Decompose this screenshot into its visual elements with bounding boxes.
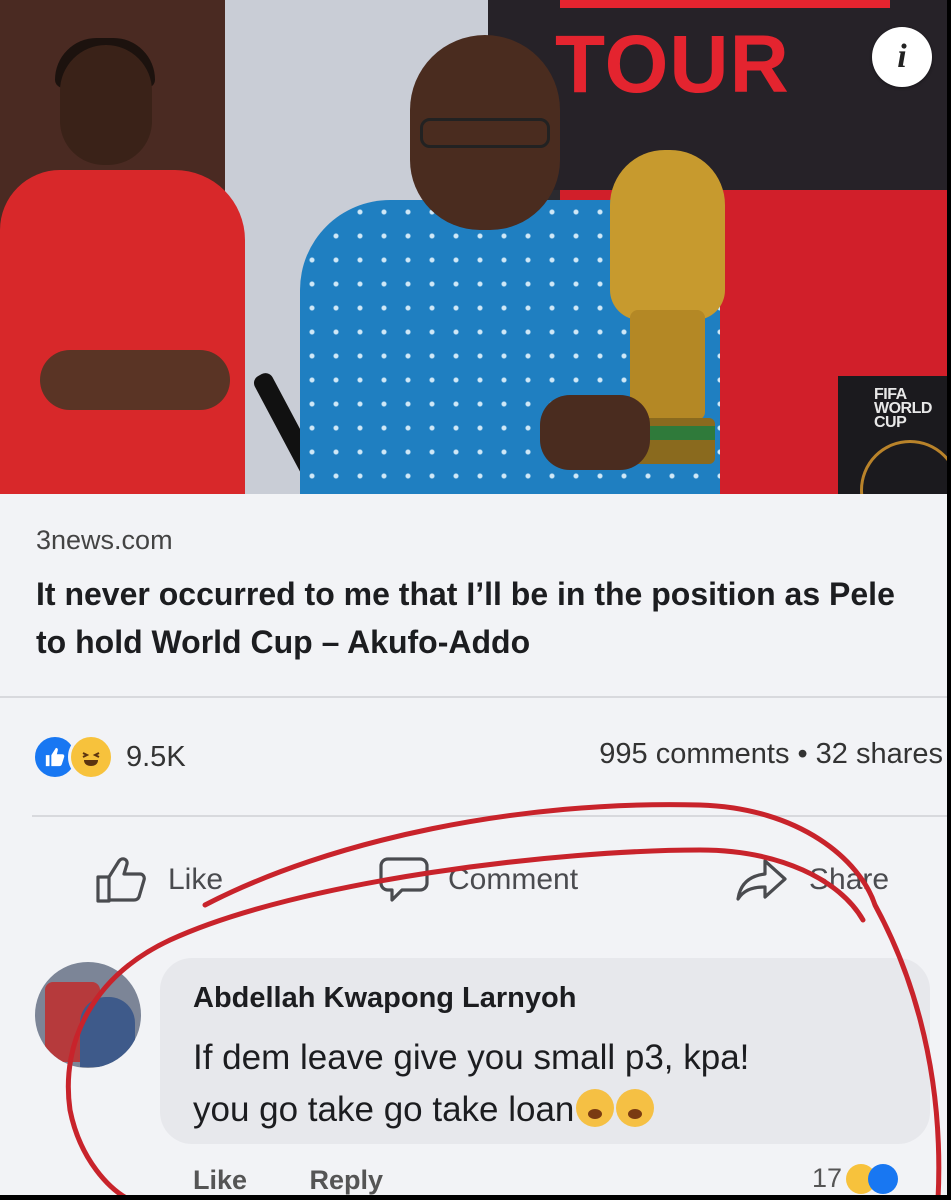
frame-edge — [0, 1195, 951, 1200]
comment-author[interactable]: Abdellah Kwapong Larnyoh — [193, 982, 576, 1015]
woman-head — [60, 45, 152, 165]
separator-dot: • — [797, 738, 808, 770]
share-icon — [736, 859, 787, 901]
divider — [32, 815, 951, 817]
link-headline[interactable]: It never occurred to me that I’ll be in … — [36, 570, 926, 666]
reactions-summary[interactable]: 9.5K — [32, 732, 186, 782]
like-label: Like — [168, 863, 224, 896]
banner-cut-text — [560, 0, 890, 12]
comments-count[interactable]: 995 comments — [599, 738, 789, 770]
thumbs-up-icon — [96, 857, 146, 903]
divider — [0, 696, 951, 698]
frame-edge — [947, 0, 951, 1200]
comment-icon — [379, 857, 429, 902]
banner-tour-text: TOUR — [555, 19, 790, 110]
avatar[interactable] — [35, 962, 141, 1068]
share-label: Share — [809, 863, 890, 896]
avatar-person — [80, 997, 135, 1067]
comment-like-button[interactable]: Like — [193, 1165, 247, 1195]
comment-reply-button[interactable]: Reply — [310, 1165, 384, 1195]
hand — [540, 395, 650, 470]
emoji-icon — [576, 1089, 615, 1127]
link-source[interactable]: 3news.com — [36, 525, 173, 556]
world-cup-trophy — [610, 150, 725, 320]
like-button[interactable]: Like — [94, 848, 223, 912]
like-reaction-icon — [868, 1163, 899, 1194]
fifa-logo-text: FIFA WORLD CUP — [874, 386, 932, 431]
comment-line-2: you go take go take loan — [193, 1084, 893, 1136]
post-photo[interactable]: TOUR FIFA WORLD CUP i — [0, 0, 951, 494]
comment-label: Comment — [448, 863, 579, 896]
glasses — [420, 118, 550, 148]
comment-button[interactable]: Comment — [378, 848, 578, 912]
reaction-count: 9.5K — [126, 740, 186, 773]
woman-arms — [40, 350, 230, 410]
comment-actions: Like Reply — [193, 1165, 438, 1196]
comment-line-1: If dem leave give you small p3, kpa! — [193, 1038, 750, 1077]
woman-figure — [0, 170, 245, 494]
emoji-icon — [616, 1089, 655, 1127]
shares-count[interactable]: 32 shares — [816, 738, 943, 770]
haha-reaction-icon — [68, 734, 114, 780]
facebook-post-screenshot: TOUR FIFA WORLD CUP i 3news.com It never… — [0, 0, 951, 1200]
comment-reaction-count: 17 — [812, 1163, 843, 1193]
info-icon[interactable]: i — [872, 27, 932, 87]
comment-text: If dem leave give you small p3, kpa! you… — [193, 1032, 893, 1136]
share-button[interactable]: Share — [735, 848, 889, 912]
post-actions: Like Comment Share — [0, 848, 951, 912]
engagement-counts: 995 comments • 32 shares — [599, 738, 943, 771]
comment-reactions[interactable]: 17 — [812, 1163, 899, 1194]
